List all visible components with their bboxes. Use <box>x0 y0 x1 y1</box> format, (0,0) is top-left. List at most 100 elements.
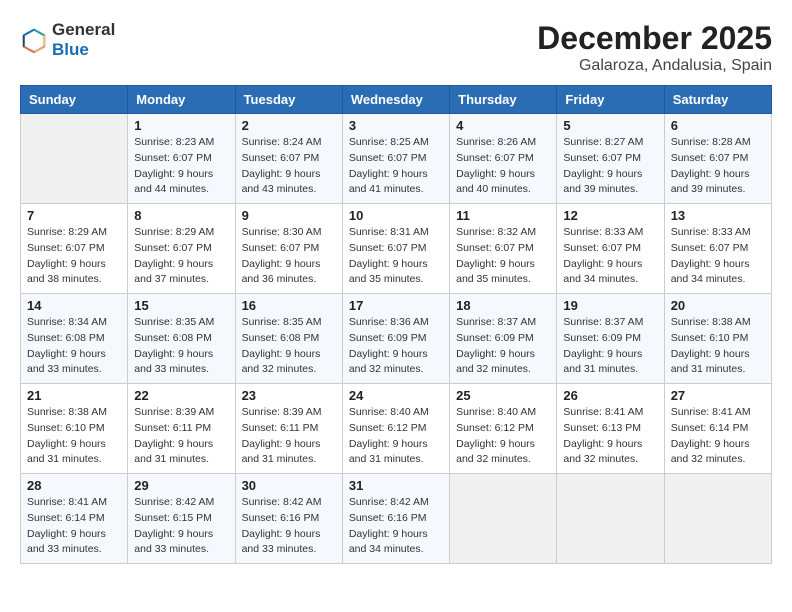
day-number: 7 <box>27 208 121 223</box>
calendar-cell: 1 Sunrise: 8:23 AMSunset: 6:07 PMDaylight… <box>128 114 235 204</box>
day-number: 1 <box>134 118 228 133</box>
calendar-week-row: 28 Sunrise: 8:41 AMSunset: 6:14 PMDayligh… <box>21 474 772 564</box>
day-number: 22 <box>134 388 228 403</box>
day-number: 5 <box>563 118 657 133</box>
calendar-header-row: SundayMondayTuesdayWednesdayThursdayFrid… <box>21 86 772 114</box>
day-number: 3 <box>349 118 443 133</box>
calendar-cell: 25 Sunrise: 8:40 AMSunset: 6:12 PMDayligh… <box>450 384 557 474</box>
logo: General Blue <box>20 20 115 60</box>
weekday-header: Monday <box>128 86 235 114</box>
day-number: 25 <box>456 388 550 403</box>
page-header: General Blue December 2025 Galaroza, And… <box>20 20 772 75</box>
day-number: 20 <box>671 298 765 313</box>
day-number: 27 <box>671 388 765 403</box>
calendar-cell: 16Sunrise: 8:35 AMSunset: 6:08 PMDayligh… <box>235 294 342 384</box>
day-info: Sunrise: 8:33 AMSunset: 6:07 PMDaylight:… <box>563 225 657 288</box>
calendar-cell: 29 Sunrise: 8:42 AMSunset: 6:15 PMDayligh… <box>128 474 235 564</box>
day-number: 6 <box>671 118 765 133</box>
day-number: 29 <box>134 478 228 493</box>
day-info: Sunrise: 8:38 AMSunset: 6:10 PMDaylight:… <box>27 405 121 468</box>
calendar-cell: 30Sunrise: 8:42 AMSunset: 6:16 PMDayligh… <box>235 474 342 564</box>
day-info: Sunrise: 8:28 AMSunset: 6:07 PMDaylight:… <box>671 135 765 198</box>
calendar-week-row: 14 Sunrise: 8:34 AMSunset: 6:08 PMDayligh… <box>21 294 772 384</box>
calendar-week-row: 7 Sunrise: 8:29 AMSunset: 6:07 PMDaylight… <box>21 204 772 294</box>
day-number: 10 <box>349 208 443 223</box>
day-info: Sunrise: 8:42 AMSunset: 6:15 PMDaylight:… <box>134 495 228 558</box>
day-info: Sunrise: 8:41 AMSunset: 6:14 PMDaylight:… <box>671 405 765 468</box>
calendar-week-row: 21 Sunrise: 8:38 AMSunset: 6:10 PMDayligh… <box>21 384 772 474</box>
day-info: Sunrise: 8:41 AMSunset: 6:14 PMDaylight:… <box>27 495 121 558</box>
calendar-cell: 20 Sunrise: 8:38 AMSunset: 6:10 PMDayligh… <box>664 294 771 384</box>
calendar-cell: 4Sunrise: 8:26 AMSunset: 6:07 PMDaylight… <box>450 114 557 204</box>
day-info: Sunrise: 8:34 AMSunset: 6:08 PMDaylight:… <box>27 315 121 378</box>
day-number: 18 <box>456 298 550 313</box>
day-number: 2 <box>242 118 336 133</box>
day-number: 13 <box>671 208 765 223</box>
calendar-cell: 11 Sunrise: 8:32 AMSunset: 6:07 PMDayligh… <box>450 204 557 294</box>
logo-general: General <box>52 20 115 40</box>
title-block: December 2025 Galaroza, Andalusia, Spain <box>537 20 772 75</box>
day-info: Sunrise: 8:38 AMSunset: 6:10 PMDaylight:… <box>671 315 765 378</box>
day-number: 23 <box>242 388 336 403</box>
calendar-cell: 5 Sunrise: 8:27 AMSunset: 6:07 PMDaylight… <box>557 114 664 204</box>
day-number: 30 <box>242 478 336 493</box>
day-number: 11 <box>456 208 550 223</box>
calendar-cell <box>450 474 557 564</box>
day-info: Sunrise: 8:40 AMSunset: 6:12 PMDaylight:… <box>349 405 443 468</box>
day-number: 12 <box>563 208 657 223</box>
day-info: Sunrise: 8:35 AMSunset: 6:08 PMDaylight:… <box>134 315 228 378</box>
day-number: 21 <box>27 388 121 403</box>
day-number: 14 <box>27 298 121 313</box>
weekday-header: Friday <box>557 86 664 114</box>
day-number: 19 <box>563 298 657 313</box>
calendar-cell: 12 Sunrise: 8:33 AMSunset: 6:07 PMDayligh… <box>557 204 664 294</box>
day-number: 26 <box>563 388 657 403</box>
day-info: Sunrise: 8:24 AMSunset: 6:07 PMDaylight:… <box>242 135 336 198</box>
day-info: Sunrise: 8:23 AMSunset: 6:07 PMDaylight:… <box>134 135 228 198</box>
calendar-cell: 7Sunrise: 8:29 AMSunset: 6:07 PMDaylight… <box>21 204 128 294</box>
location-title: Galaroza, Andalusia, Spain <box>537 57 772 75</box>
day-info: Sunrise: 8:32 AMSunset: 6:07 PMDaylight:… <box>456 225 550 288</box>
day-info: Sunrise: 8:41 AMSunset: 6:13 PMDaylight:… <box>563 405 657 468</box>
calendar-cell: 6 Sunrise: 8:28 AMSunset: 6:07 PMDaylight… <box>664 114 771 204</box>
day-number: 28 <box>27 478 121 493</box>
calendar-cell: 18 Sunrise: 8:37 AMSunset: 6:09 PMDayligh… <box>450 294 557 384</box>
day-info: Sunrise: 8:30 AMSunset: 6:07 PMDaylight:… <box>242 225 336 288</box>
calendar-cell: 10Sunrise: 8:31 AMSunset: 6:07 PMDayligh… <box>342 204 449 294</box>
day-number: 17 <box>349 298 443 313</box>
logo-blue: Blue <box>52 40 115 60</box>
calendar-cell: 14 Sunrise: 8:34 AMSunset: 6:08 PMDayligh… <box>21 294 128 384</box>
calendar-cell: 31Sunrise: 8:42 AMSunset: 6:16 PMDayligh… <box>342 474 449 564</box>
day-info: Sunrise: 8:27 AMSunset: 6:07 PMDaylight:… <box>563 135 657 198</box>
calendar-cell: 9 Sunrise: 8:30 AMSunset: 6:07 PMDaylight… <box>235 204 342 294</box>
calendar-cell: 15 Sunrise: 8:35 AMSunset: 6:08 PMDayligh… <box>128 294 235 384</box>
calendar-cell <box>664 474 771 564</box>
weekday-header: Tuesday <box>235 86 342 114</box>
weekday-header: Wednesday <box>342 86 449 114</box>
calendar-cell: 17Sunrise: 8:36 AMSunset: 6:09 PMDayligh… <box>342 294 449 384</box>
day-info: Sunrise: 8:37 AMSunset: 6:09 PMDaylight:… <box>563 315 657 378</box>
month-title: December 2025 <box>537 20 772 57</box>
day-info: Sunrise: 8:39 AMSunset: 6:11 PMDaylight:… <box>134 405 228 468</box>
day-number: 9 <box>242 208 336 223</box>
day-info: Sunrise: 8:33 AMSunset: 6:07 PMDaylight:… <box>671 225 765 288</box>
calendar-cell: 13 Sunrise: 8:33 AMSunset: 6:07 PMDayligh… <box>664 204 771 294</box>
day-number: 16 <box>242 298 336 313</box>
day-number: 24 <box>349 388 443 403</box>
weekday-header: Sunday <box>21 86 128 114</box>
calendar-cell: 8Sunrise: 8:29 AMSunset: 6:07 PMDaylight… <box>128 204 235 294</box>
day-number: 15 <box>134 298 228 313</box>
weekday-header: Saturday <box>664 86 771 114</box>
calendar-cell: 27 Sunrise: 8:41 AMSunset: 6:14 PMDayligh… <box>664 384 771 474</box>
day-info: Sunrise: 8:25 AMSunset: 6:07 PMDaylight:… <box>349 135 443 198</box>
day-info: Sunrise: 8:29 AMSunset: 6:07 PMDaylight:… <box>134 225 228 288</box>
calendar-cell <box>557 474 664 564</box>
logo-icon <box>20 26 48 54</box>
calendar-cell: 22 Sunrise: 8:39 AMSunset: 6:11 PMDayligh… <box>128 384 235 474</box>
weekday-header: Thursday <box>450 86 557 114</box>
day-info: Sunrise: 8:40 AMSunset: 6:12 PMDaylight:… <box>456 405 550 468</box>
calendar-cell: 24 Sunrise: 8:40 AMSunset: 6:12 PMDayligh… <box>342 384 449 474</box>
calendar-table: SundayMondayTuesdayWednesdayThursdayFrid… <box>20 85 772 564</box>
day-info: Sunrise: 8:37 AMSunset: 6:09 PMDaylight:… <box>456 315 550 378</box>
calendar-cell: 23Sunrise: 8:39 AMSunset: 6:11 PMDayligh… <box>235 384 342 474</box>
